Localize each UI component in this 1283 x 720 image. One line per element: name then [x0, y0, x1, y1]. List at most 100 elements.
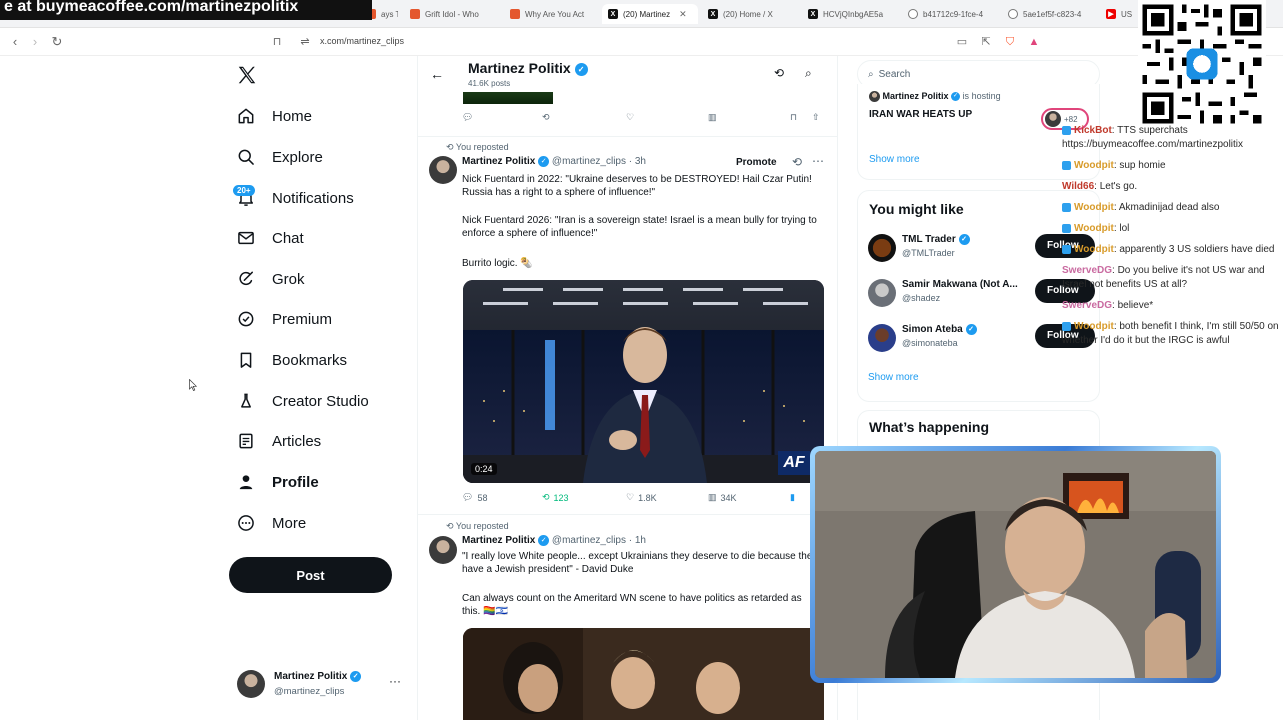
- address-bar: ‹ › ↻ ⊓ ⇌ x.com/martinez_clips ▭ ⇱ ⛉ ▲: [0, 28, 1283, 56]
- back-arrow-icon[interactable]: ←: [430, 66, 444, 82]
- like-button[interactable]: ♡ 1.8K: [626, 492, 657, 503]
- promote-button[interactable]: Promote: [736, 157, 777, 168]
- account-name-row: Martinez Politix ✓: [274, 671, 362, 682]
- browser-tab[interactable]: Grift Idol - Who: [404, 4, 500, 24]
- search-icon: [238, 149, 254, 165]
- nav-chat[interactable]: Chat: [236, 224, 304, 252]
- search-icon: ⌕: [868, 68, 874, 80]
- tab-label: Why Are You Act: [525, 9, 585, 19]
- nav-label: Home: [272, 107, 313, 125]
- tweet-handle[interactable]: @martinez_clips: [552, 156, 626, 167]
- show-more-link[interactable]: Show more: [868, 372, 919, 383]
- back-icon[interactable]: ‹: [7, 34, 23, 50]
- account-handle: @martinez_clips: [274, 686, 345, 697]
- refresh-icon[interactable]: ⟲: [774, 66, 784, 80]
- close-tab-icon[interactable]: ✕: [679, 9, 687, 20]
- view-count: 34K: [720, 492, 737, 503]
- x-logo-icon[interactable]: [236, 64, 258, 86]
- nav-bookmarks[interactable]: Bookmarks: [236, 346, 347, 374]
- browser-tab[interactable]: Why Are You Act: [504, 4, 600, 24]
- post-button[interactable]: Post: [229, 557, 392, 593]
- tweet-author[interactable]: Martinez Politix: [462, 535, 535, 546]
- nav-explore[interactable]: Explore: [236, 143, 323, 171]
- brave-shield-icon[interactable]: ⛉: [1003, 35, 1017, 49]
- views-icon: ▥: [708, 492, 717, 502]
- like-icon[interactable]: ♡: [626, 112, 634, 123]
- browser-tab[interactable]: ▶ US: [1100, 4, 1138, 24]
- chat-user: SwerveDG: [1062, 265, 1113, 276]
- nav-grok[interactable]: Grok: [236, 265, 305, 293]
- post-count: 41.6K posts: [468, 79, 511, 88]
- browser-tab-active[interactable]: X (20) Martinez ✕: [602, 4, 698, 24]
- mouse-cursor-icon: [189, 379, 197, 391]
- tweet-avatar[interactable]: [429, 156, 457, 184]
- screen-icon[interactable]: ▭: [955, 35, 969, 49]
- video-duration: 0:24: [471, 463, 497, 475]
- screen: ays T Grift Idol - Who Why Are You Act X…: [0, 0, 1283, 720]
- reload-icon[interactable]: ↻: [49, 34, 65, 50]
- bookmark-icon[interactable]: ⊓: [790, 112, 797, 123]
- tweet-video[interactable]: 0:24 AF: [463, 280, 824, 483]
- grok-icon: [239, 271, 253, 286]
- chat-message: Woodpit: Akmadinijad dead also: [1062, 201, 1283, 215]
- nav-more[interactable]: More: [236, 509, 306, 537]
- more-circle-icon: [238, 515, 254, 531]
- nav-profile[interactable]: Profile: [236, 468, 319, 496]
- platform-icon: [1062, 223, 1071, 233]
- views-button[interactable]: ▥ 34K: [708, 492, 737, 503]
- url-field[interactable]: x.com/martinez_clips: [320, 36, 404, 46]
- tweet-handle[interactable]: @martinez_clips: [552, 535, 626, 546]
- share-icon[interactable]: ⇱: [979, 35, 993, 49]
- forward-icon[interactable]: ›: [27, 34, 43, 50]
- tab-favicon-icon: [410, 9, 420, 19]
- nav-home[interactable]: Home: [236, 102, 312, 130]
- chat-message: Wild66: Let's go.: [1062, 180, 1283, 194]
- repost-icon[interactable]: ⟲: [542, 112, 550, 123]
- tweet-video[interactable]: [463, 628, 824, 720]
- share-icon[interactable]: ⇧: [812, 112, 820, 123]
- browser-tab[interactable]: 5ae1ef5f-c823-4: [1002, 4, 1098, 24]
- divider: [418, 514, 837, 515]
- tweet-text: Burrito logic. 🌯: [462, 258, 533, 269]
- verified-badge-icon: ✓: [958, 234, 970, 245]
- nav-creator-studio[interactable]: Creator Studio: [236, 387, 369, 415]
- views-icon[interactable]: ▥: [708, 112, 717, 123]
- show-more-link[interactable]: Show more: [869, 154, 920, 165]
- verified-badge-icon: ✓: [951, 92, 961, 102]
- browser-tab[interactable]: X (20) Home / X: [702, 4, 798, 24]
- search-profile-icon[interactable]: ⌕: [805, 66, 812, 81]
- reply-button[interactable]: 💬︎ 58: [462, 492, 487, 503]
- bookmark-icon: [240, 352, 252, 368]
- suggestion-name-row: TML Trader ✓: [902, 234, 970, 245]
- tweet-time[interactable]: · 3h: [629, 156, 646, 167]
- more-dots-icon[interactable]: ⋯: [812, 154, 824, 168]
- repost-label: ⟲ You reposted: [446, 142, 509, 153]
- suggestion-name: Samir Makwana (Not A...: [902, 279, 1018, 290]
- nav-label: Notifications: [272, 189, 354, 207]
- verified-badge-icon: ✓: [574, 62, 588, 76]
- reply-icon[interactable]: 💬︎: [462, 112, 473, 123]
- tab-label: (20) Home / X: [723, 9, 773, 19]
- chat-message: Woodpit: both benefit I think, I'm still…: [1062, 320, 1283, 348]
- nav-label: Premium: [272, 310, 333, 328]
- tweet-author[interactable]: Martinez Politix: [462, 156, 535, 167]
- bookmark-active-icon[interactable]: ▮: [790, 492, 795, 503]
- nav-label: More: [272, 514, 307, 532]
- nav-articles[interactable]: Articles: [236, 427, 321, 455]
- tweet-time[interactable]: · 1h: [629, 535, 646, 546]
- suggestion-avatar: [868, 324, 896, 352]
- brave-rewards-icon[interactable]: ▲: [1027, 35, 1041, 49]
- browser-tab[interactable]: b41712c9-1fce-4: [902, 4, 998, 24]
- browser-tab[interactable]: X HCVjQInbgAE5a: [802, 4, 898, 24]
- tab-label: 5ae1ef5f-c823-4: [1023, 9, 1082, 19]
- repost-small-icon: ⟲: [446, 521, 456, 531]
- repost-button[interactable]: ⟲ 123: [542, 492, 569, 503]
- chat-user: KickBot: [1074, 125, 1112, 136]
- bookmark-page-icon[interactable]: ⊓: [270, 35, 284, 49]
- more-dots-icon[interactable]: ···: [389, 674, 401, 688]
- tweet-avatar[interactable]: [429, 536, 457, 564]
- site-settings-icon[interactable]: ⇌: [298, 35, 312, 49]
- account-switcher[interactable]: Martinez Politix ✓ @martinez_clips ···: [237, 670, 407, 702]
- nav-premium[interactable]: Premium: [236, 305, 332, 333]
- grok-small-icon[interactable]: ⟲: [792, 155, 802, 169]
